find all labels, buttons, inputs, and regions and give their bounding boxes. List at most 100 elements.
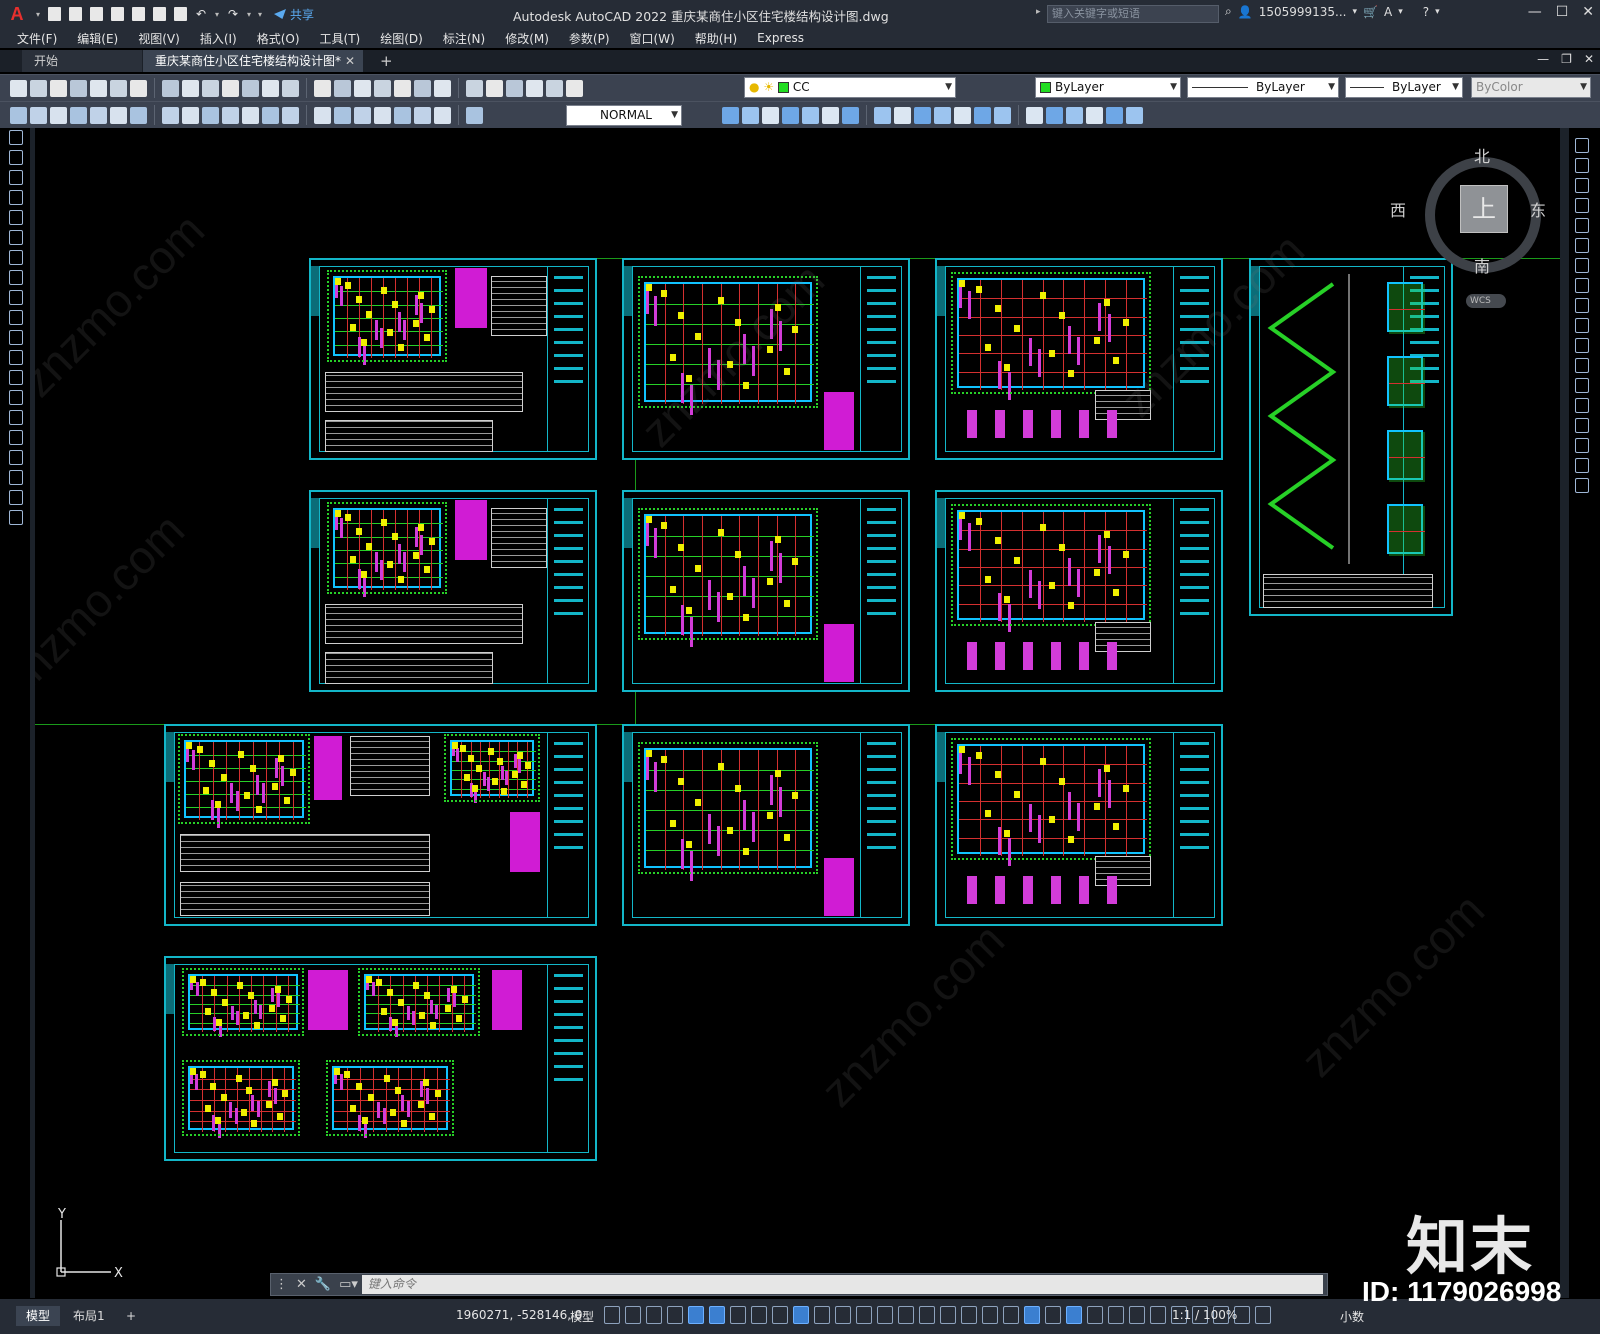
modify-tool-4-icon[interactable] [1575,198,1589,213]
menu-parametric[interactable]: 参数(P) [569,30,610,47]
new-icon[interactable] [45,5,63,23]
std-tool-23-icon[interactable] [486,79,503,97]
modify-tool-17-icon[interactable] [1575,458,1589,473]
status-toggle-25-icon[interactable] [1108,1306,1124,1324]
status-toggle-18-icon[interactable] [961,1306,977,1324]
mod-tool-16-icon[interactable] [1046,106,1063,124]
draw-tool-9-icon[interactable] [9,290,23,305]
dim-tool-3-icon[interactable] [50,106,67,124]
tab-close-icon[interactable]: ✕ [345,50,355,72]
dim-tool-4-icon[interactable] [70,106,87,124]
status-toggle-4-icon[interactable] [667,1306,683,1324]
compass-east[interactable]: 东 [1530,197,1546,221]
mod-tool-1-icon[interactable] [722,106,739,124]
menu-modify[interactable]: 修改(M) [505,30,549,47]
compass-north[interactable]: 北 [1474,143,1490,167]
dim-tool-17-icon[interactable] [354,106,371,124]
menu-edit[interactable]: 编辑(E) [77,30,118,47]
modify-tool-16-icon[interactable] [1575,438,1589,453]
cmd-recent-icon[interactable]: ▭▾ [335,1277,362,1292]
modify-tool-7-icon[interactable] [1575,258,1589,273]
save-icon[interactable] [87,5,105,23]
menu-window[interactable]: 窗口(W) [630,30,675,47]
dim-tool-14-icon[interactable] [282,106,299,124]
cmd-grip-icon[interactable]: ⋮ [271,1277,292,1292]
mod-tool-8-icon[interactable] [874,106,891,124]
status-toggle-17-icon[interactable] [940,1306,956,1324]
mod-tool-10-icon[interactable] [914,106,931,124]
share-button[interactable]: 共享 [274,6,314,23]
dim-tool-7-icon[interactable] [130,106,147,124]
dim-tool-9-icon[interactable] [182,106,199,124]
mod-tool-5-icon[interactable] [802,106,819,124]
dimstyle-dropdown[interactable]: NORMAL ▼ [566,105,682,126]
mod-tool-3-icon[interactable] [762,106,779,124]
status-toggle-26-icon[interactable] [1129,1306,1145,1324]
model-space-toggle[interactable]: 模型 [570,1308,594,1325]
std-tool-16-icon[interactable] [334,79,351,97]
menu-file[interactable]: 文件(F) [17,30,57,47]
draw-tool-3-icon[interactable] [9,170,23,185]
draw-tool-7-icon[interactable] [9,250,23,265]
std-tool-18-icon[interactable] [374,79,391,97]
color-dropdown[interactable]: ByLayer ▼ [1035,77,1181,98]
status-toggle-19-icon[interactable] [982,1306,998,1324]
std-tool-4-icon[interactable] [70,79,87,97]
std-tool-15-icon[interactable] [314,79,331,97]
std-tool-21-icon[interactable] [434,79,451,97]
customize-qat-icon[interactable]: ▾ [256,10,264,19]
mod-tool-11-icon[interactable] [934,106,951,124]
std-tool-17-icon[interactable] [354,79,371,97]
status-toggle-23-icon[interactable] [1066,1306,1082,1324]
undo-caret-icon[interactable]: ▾ [213,10,221,19]
tab-model[interactable]: 模型 [16,1306,61,1326]
draw-tool-4-icon[interactable] [9,190,23,205]
open-web-icon[interactable] [129,5,147,23]
undo-icon[interactable]: ↶ [192,5,210,23]
modify-tool-12-icon[interactable] [1575,358,1589,373]
linetype-dropdown[interactable]: ByLayer ▼ [1187,77,1339,98]
plotstyle-dropdown[interactable]: ByColor ▼ [1471,77,1591,98]
mod-tool-6-icon[interactable] [822,106,839,124]
dim-tool-13-icon[interactable] [262,106,279,124]
viewcube[interactable]: 上 北 南 西 东 [1390,147,1547,279]
status-toggle-3-icon[interactable] [646,1306,662,1324]
app-menu-caret-icon[interactable]: ▾ [34,10,42,19]
draw-tool-18-icon[interactable] [9,470,23,485]
std-tool-9-icon[interactable] [182,79,199,97]
open-icon[interactable] [66,5,84,23]
status-toggle-9-icon[interactable] [772,1306,788,1324]
menu-format[interactable]: 格式(O) [257,30,300,47]
modify-tool-8-icon[interactable] [1575,278,1589,293]
draw-tool-14-icon[interactable] [9,390,23,405]
std-tool-24-icon[interactable] [506,79,523,97]
save-as-icon[interactable] [108,5,126,23]
tab-document[interactable]: 重庆某商住小区住宅楼结构设计图* ✕ [143,50,363,72]
status-toggle-2-icon[interactable] [625,1306,641,1324]
std-tool-1-icon[interactable] [10,79,27,97]
search-expand-icon[interactable]: ▸ [1036,7,1041,17]
draw-tool-12-icon[interactable] [9,350,23,365]
status-toggle-14-icon[interactable] [877,1306,893,1324]
dim-tool-10-icon[interactable] [202,106,219,124]
draw-tool-16-icon[interactable] [9,430,23,445]
mod-tool-17-icon[interactable] [1066,106,1083,124]
command-input[interactable]: 键入命令 [361,1275,1323,1294]
draw-tool-6-icon[interactable] [9,230,23,245]
std-tool-14-icon[interactable] [282,79,299,97]
minimize-icon[interactable]: — [1528,4,1542,20]
save-web-icon[interactable] [150,5,168,23]
modify-tool-18-icon[interactable] [1575,478,1589,493]
dim-tool-11-icon[interactable] [222,106,239,124]
units-display[interactable]: 小数 [1340,1308,1364,1325]
help-caret-icon[interactable]: ▾ [1435,7,1440,17]
status-toggle-5-icon[interactable] [688,1306,704,1324]
std-tool-7-icon[interactable] [130,79,147,97]
app-caret-icon[interactable]: ▾ [1398,7,1403,17]
status-toggle-20-icon[interactable] [1003,1306,1019,1324]
mod-tool-2-icon[interactable] [742,106,759,124]
lineweight-dropdown[interactable]: ByLayer ▼ [1345,77,1463,98]
status-toggle-11-icon[interactable] [814,1306,830,1324]
compass-west[interactable]: 西 [1390,197,1406,221]
mod-tool-14-icon[interactable] [994,106,1011,124]
